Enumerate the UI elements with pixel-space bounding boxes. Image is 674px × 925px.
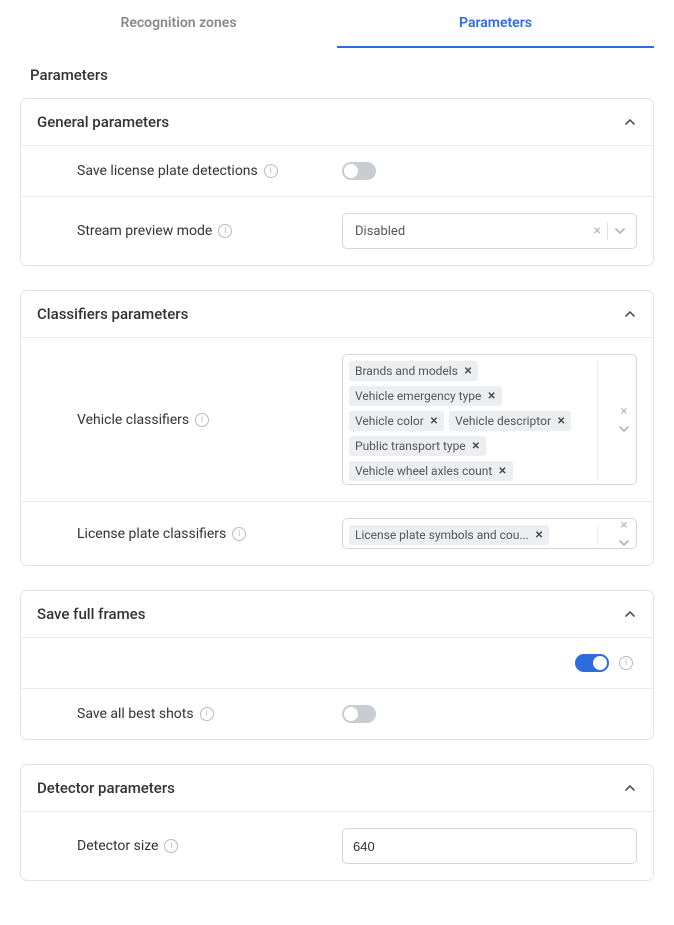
input-detector-size[interactable]	[342, 828, 637, 864]
tab-parameters[interactable]: Parameters	[337, 0, 654, 48]
tag: Vehicle emergency type ✕	[349, 386, 502, 406]
panel-title: Detector parameters	[37, 779, 175, 797]
chevron-up-icon	[623, 781, 637, 795]
clear-icon[interactable]: ×	[621, 404, 628, 419]
panel-save-full-frames: Save full frames i Save all best shots i	[20, 590, 654, 740]
info-icon[interactable]: i	[218, 224, 232, 238]
multiselect-lp-classifiers[interactable]: License plate symbols and cou... ✕ ×	[342, 518, 637, 549]
clear-icon[interactable]: ×	[594, 223, 601, 239]
select-stream-preview[interactable]: Disabled ×	[342, 213, 637, 249]
tag-label: License plate symbols and cou...	[355, 528, 529, 542]
chevron-up-icon	[623, 115, 637, 129]
row-vehicle-classifiers: Vehicle classifiers i Brands and models ✕…	[21, 337, 653, 501]
info-icon[interactable]: i	[200, 707, 214, 721]
chevron-up-icon	[623, 607, 637, 621]
tag: Brands and models ✕	[349, 361, 478, 381]
clear-icon[interactable]: ×	[621, 518, 628, 533]
row-save-all-best-shots: Save all best shots i	[21, 688, 653, 739]
panel-general-parameters: General parameters Save license plate de…	[20, 98, 654, 266]
chevron-up-icon	[623, 307, 637, 321]
chevron-down-icon[interactable]	[618, 537, 630, 549]
info-icon[interactable]: i	[195, 413, 209, 427]
tag-label: Vehicle emergency type	[355, 389, 481, 403]
panel-detector-parameters: Detector parameters Detector size i	[20, 764, 654, 881]
label-save-lp: Save license plate detections	[77, 163, 258, 179]
tag-remove-icon[interactable]: ✕	[498, 466, 506, 477]
chevron-down-icon[interactable]	[618, 423, 630, 435]
panel-title: Save full frames	[37, 605, 145, 623]
tag: Vehicle descriptor ✕	[449, 411, 571, 431]
panel-header-detector[interactable]: Detector parameters	[21, 765, 653, 811]
info-icon[interactable]: i	[164, 839, 178, 853]
tag-remove-icon[interactable]: ✕	[430, 416, 438, 427]
info-icon[interactable]: i	[264, 164, 278, 178]
info-icon[interactable]: i	[619, 656, 633, 670]
row-save-license-plate-detections: Save license plate detections i	[21, 145, 653, 196]
row-save-full-frames-toggle: i	[21, 637, 653, 688]
info-icon[interactable]: i	[232, 527, 246, 541]
row-license-plate-classifiers: License plate classifiers i License plat…	[21, 501, 653, 565]
panel-header-general[interactable]: General parameters	[21, 99, 653, 145]
row-stream-preview-mode: Stream preview mode i Disabled ×	[21, 196, 653, 265]
label-detector-size: Detector size	[77, 838, 158, 854]
tag-remove-icon[interactable]: ✕	[464, 366, 472, 377]
tab-recognition-zones[interactable]: Recognition zones	[20, 0, 337, 48]
tag-remove-icon[interactable]: ✕	[535, 530, 543, 541]
chevron-down-icon[interactable]	[614, 225, 626, 237]
tabs: Recognition zones Parameters	[20, 0, 654, 48]
tag-label: Brands and models	[355, 364, 458, 378]
tag-remove-icon[interactable]: ✕	[557, 416, 565, 427]
toggle-save-full-frames[interactable]	[575, 654, 609, 672]
tag-label: Vehicle descriptor	[455, 414, 551, 428]
label-save-all-best: Save all best shots	[77, 706, 194, 722]
panel-title: General parameters	[37, 113, 169, 131]
tag: License plate symbols and cou... ✕	[349, 525, 549, 545]
select-value: Disabled	[349, 224, 594, 239]
tag-label: Vehicle color	[355, 414, 424, 428]
label-vehicle-classifiers: Vehicle classifiers	[77, 412, 189, 428]
tag-label: Vehicle wheel axles count	[355, 464, 492, 478]
tag: Vehicle color ✕	[349, 411, 444, 431]
tag-remove-icon[interactable]: ✕	[472, 441, 480, 452]
panel-classifiers-parameters: Classifiers parameters Vehicle classifie…	[20, 290, 654, 566]
tag: Public transport type ✕	[349, 436, 486, 456]
toggle-save-all-best[interactable]	[342, 705, 376, 723]
panel-title: Classifiers parameters	[37, 305, 188, 323]
separator	[607, 222, 608, 240]
panel-header-save-full-frames[interactable]: Save full frames	[21, 591, 653, 637]
tag-label: Public transport type	[355, 439, 466, 453]
label-stream-preview: Stream preview mode	[77, 223, 212, 239]
row-detector-size: Detector size i	[21, 811, 653, 880]
multiselect-vehicle-classifiers[interactable]: Brands and models✕Vehicle emergency type…	[342, 354, 637, 485]
tag: Vehicle wheel axles count ✕	[349, 461, 513, 481]
tag-remove-icon[interactable]: ✕	[487, 391, 495, 402]
toggle-save-lp[interactable]	[342, 162, 376, 180]
label-lp-classifiers: License plate classifiers	[77, 526, 226, 542]
page-title: Parameters	[30, 66, 654, 84]
panel-header-classifiers[interactable]: Classifiers parameters	[21, 291, 653, 337]
